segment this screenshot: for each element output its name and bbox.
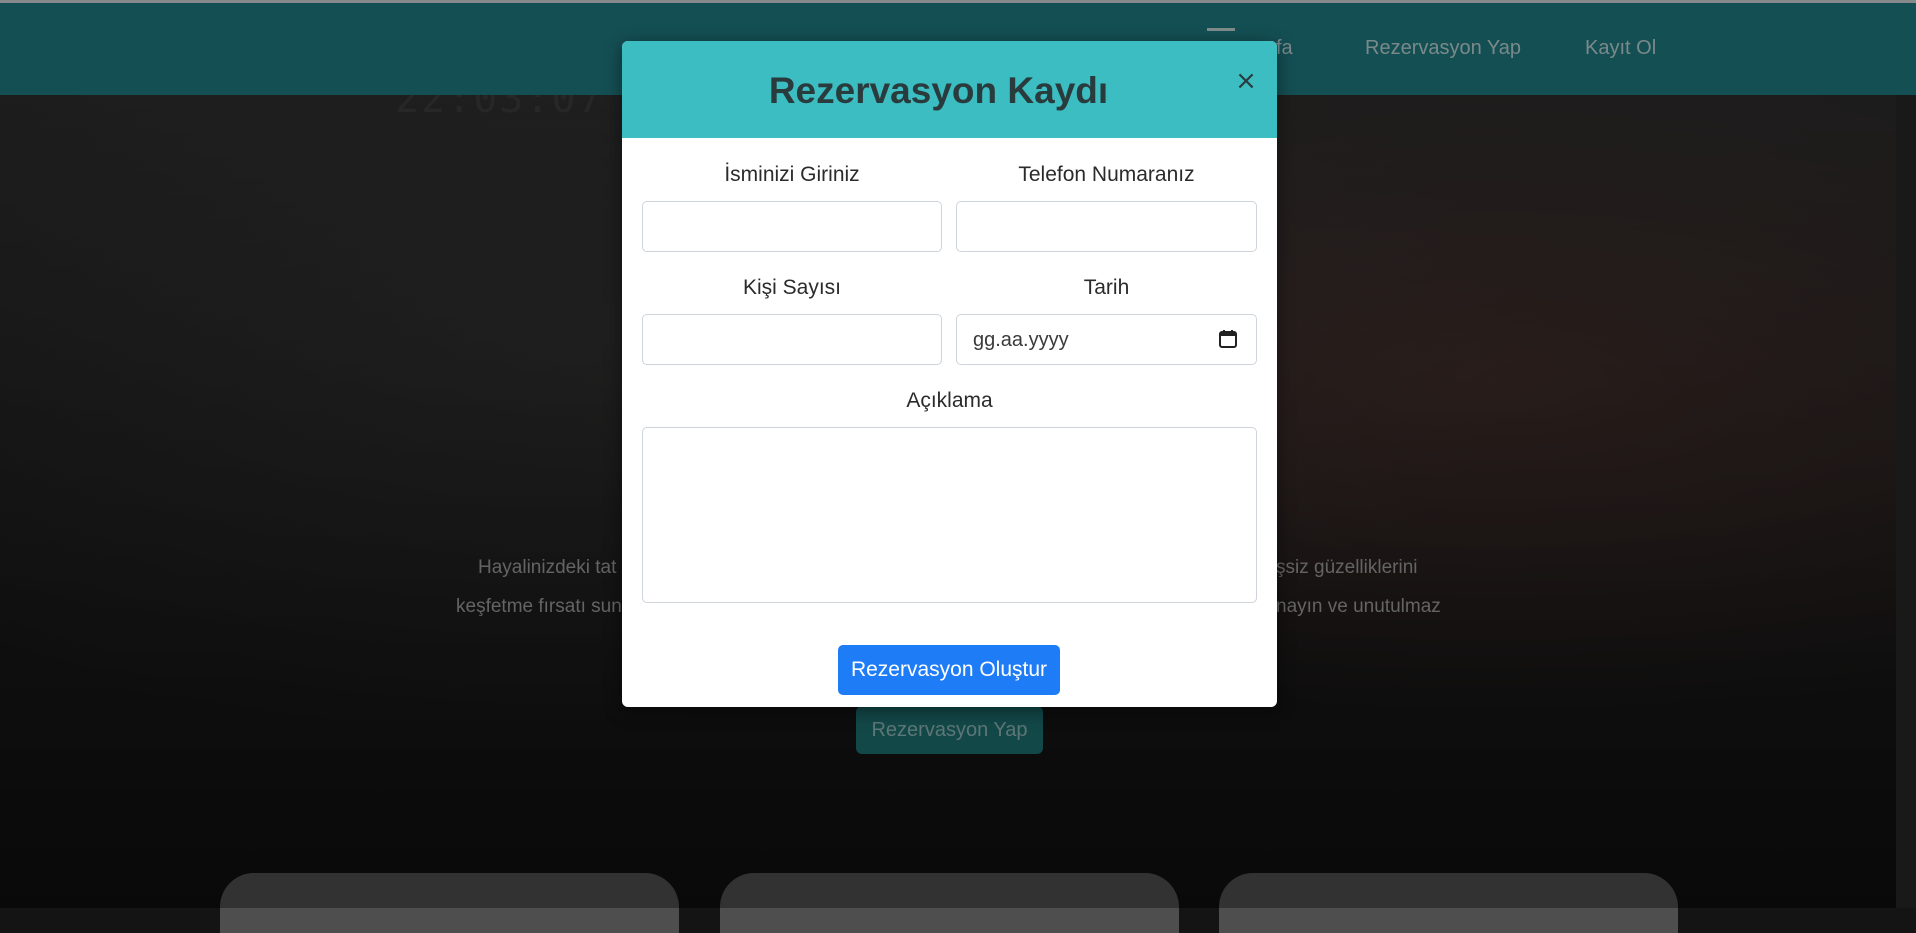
phone-label: Telefon Numaranız [1018, 163, 1195, 186]
modal-header: Rezervasyon Kaydı × [622, 41, 1277, 138]
date-label: Tarih [1083, 276, 1130, 299]
modal-title: Rezervasyon Kaydı [768, 70, 1109, 111]
people-count-label: Kişi Sayısı [742, 276, 842, 299]
date-input[interactable]: gg.aa.yyyy [956, 314, 1257, 365]
description-label: Açıklama [906, 389, 993, 412]
name-label: İsminizi Giriniz [724, 163, 860, 186]
create-reservation-button[interactable]: Rezervasyon Oluştur [838, 645, 1060, 695]
reservation-modal: Rezervasyon Kaydı × İsminizi Giriniz Tel… [622, 41, 1277, 707]
date-placeholder: gg.aa.yyyy [973, 329, 1069, 351]
calendar-icon[interactable] [1218, 329, 1238, 349]
phone-input[interactable] [956, 201, 1257, 252]
close-icon[interactable]: × [1232, 67, 1260, 95]
description-textarea[interactable] [642, 427, 1257, 603]
people-count-input[interactable] [642, 314, 942, 365]
name-input[interactable] [642, 201, 942, 252]
